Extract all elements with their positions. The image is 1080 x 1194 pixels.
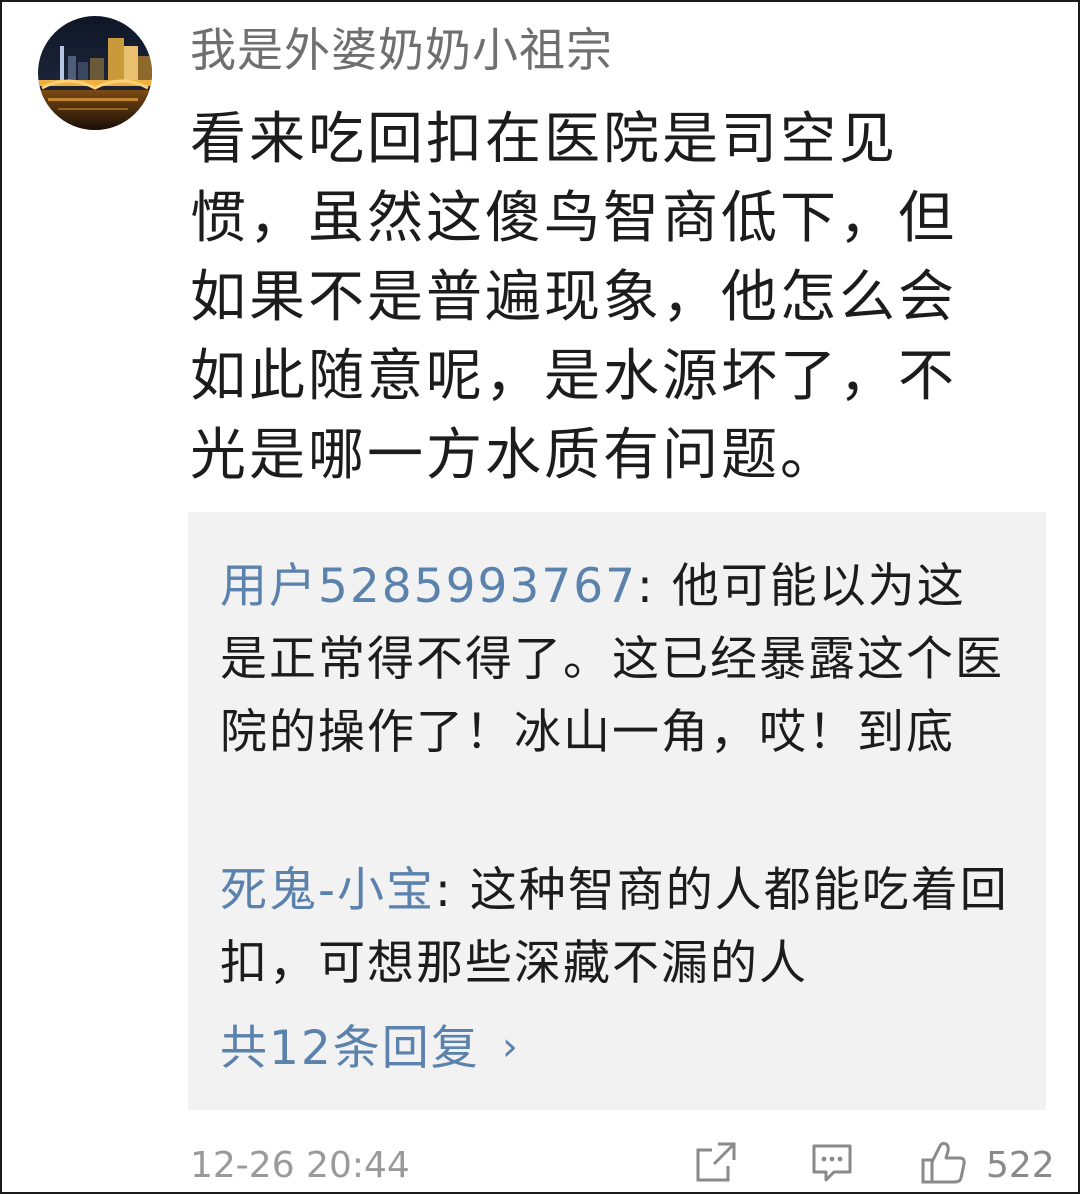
reply-author[interactable]: 死鬼-小宝 bbox=[220, 863, 435, 918]
share-icon[interactable] bbox=[694, 1140, 738, 1188]
comment-icon[interactable] bbox=[810, 1140, 854, 1188]
comment-card: 我是外婆奶奶小祖宗 看来吃回扣在医院是司空见惯，虽然这傻鸟智商低下，但如果不是普… bbox=[0, 0, 1080, 1194]
like-count: 522 bbox=[986, 1145, 1055, 1186]
reply-author[interactable]: 用户5285993767 bbox=[220, 559, 637, 614]
reply-item: 死鬼-小宝: 这种智商的人都能吃着回扣，可想那些深藏不漏的人 bbox=[220, 854, 1010, 1000]
thumbs-up-icon[interactable] bbox=[920, 1140, 968, 1190]
avatar-night-city-icon bbox=[38, 16, 152, 130]
chevron-right-icon: › bbox=[501, 1024, 520, 1070]
comment-footer: 12-26 20:44 522 bbox=[190, 1136, 1055, 1192]
comment-text: 看来吃回扣在医院是司空见惯，虽然这傻鸟智商低下，但如果不是普遍现象，他怎么会如此… bbox=[190, 107, 957, 488]
view-all-replies-link[interactable]: 共12条回复 › bbox=[220, 1012, 520, 1084]
reply-preview-box[interactable]: 用户5285993767: 他可能以为这是正常得不得了。这已经暴露这个医院的操作… bbox=[188, 512, 1046, 1110]
comment-username[interactable]: 我是外婆奶奶小祖宗 bbox=[190, 20, 613, 80]
reply-separator: : bbox=[434, 863, 470, 918]
more-replies-label: 共12条回复 bbox=[220, 1021, 480, 1076]
reply-separator: : bbox=[637, 559, 672, 614]
comment-timestamp: 12-26 20:44 bbox=[190, 1145, 410, 1186]
avatar[interactable] bbox=[38, 16, 152, 130]
reply-item: 用户5285993767: 他可能以为这是正常得不得了。这已经暴露这个医院的操作… bbox=[220, 550, 1010, 769]
